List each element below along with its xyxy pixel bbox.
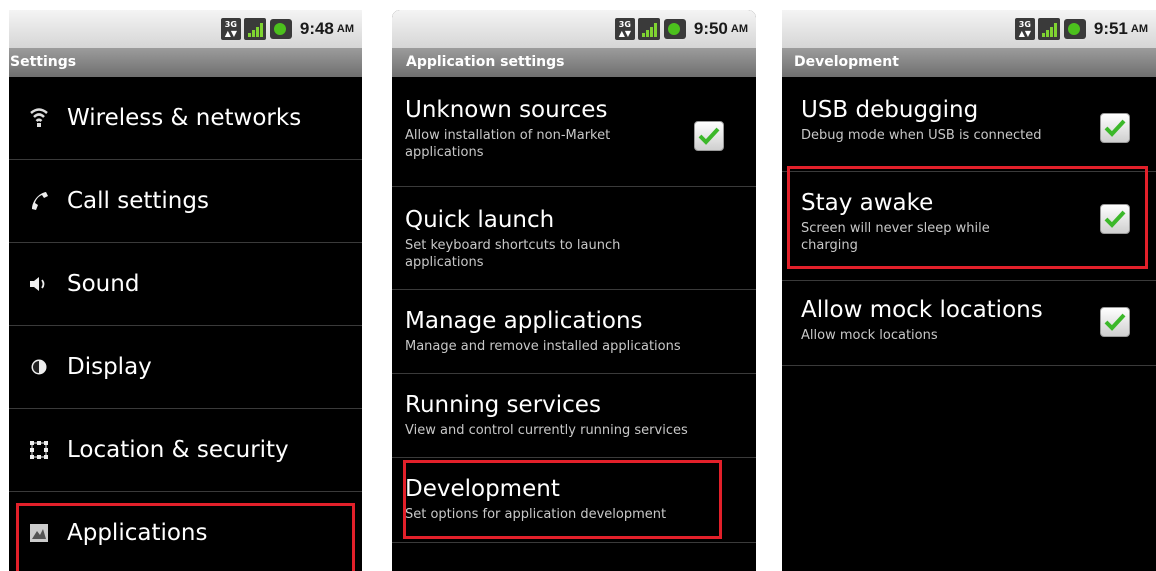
pref-quick-launch[interactable]: Quick launch Set keyboard shortcuts to l… [392,187,756,290]
phone-icon [28,190,50,212]
check-icon [1104,313,1126,331]
highlight-box [16,503,355,571]
network-3g-icon: 3G ▲▼ [1014,18,1035,40]
status-ampm: AM [336,23,354,35]
signal-icon [243,18,266,40]
pref-allow-mock-locations[interactable]: Allow mock locations Allow mock location… [782,281,1156,366]
check-icon [1104,119,1126,137]
settings-item-call[interactable]: Call settings [9,160,362,243]
pref-unknown-sources[interactable]: Unknown sources Allow installation of no… [392,77,756,187]
settings-screen: 3G ▲▼ 9:48 AM Settings Wireless & network… [9,10,362,571]
pref-title: Unknown sources [405,97,608,123]
settings-item-sound[interactable]: Sound [9,243,362,326]
network-3g-icon: 3G ▲▼ [614,18,635,40]
pref-running-services[interactable]: Running services View and control curren… [392,374,756,458]
unknown-sources-checkbox[interactable] [694,121,724,151]
battery-icon [663,19,686,39]
pref-summary: Set keyboard shortcuts to launch applica… [405,238,621,270]
status-time: 9:51 [1093,19,1128,38]
highlight-box [403,460,722,539]
screen-title: Application settings [392,48,756,77]
usb-debugging-checkbox[interactable] [1100,113,1130,143]
development-screen: 3G ▲▼ 9:51 AM Development USB debugging D… [782,10,1156,571]
application-settings-screen: 3G ▲▼ 9:50 AM Application settings Unknow… [392,10,756,571]
status-bar: 3G ▲▼ 9:51 AM [782,10,1156,48]
settings-item-location-security[interactable]: Location & security [9,409,362,492]
settings-list: Wireless & networks Call settings Sound … [9,77,362,571]
pref-summary: Manage and remove installed applications [405,339,681,354]
network-3g-icon: 3G ▲▼ [220,18,241,40]
wifi-icon [28,107,50,129]
signal-icon [1037,18,1060,40]
status-time: 9:48 [299,19,334,38]
settings-item-label: Display [67,354,152,380]
pref-title: Manage applications [405,308,643,334]
status-ampm: AM [1130,23,1148,35]
screen-title: Development [782,48,1156,77]
allow-mock-locations-checkbox[interactable] [1100,307,1130,337]
settings-item-display[interactable]: Display [9,326,362,409]
battery-icon [269,19,292,39]
status-time: 9:50 [693,19,728,38]
brightness-icon [28,356,50,378]
highlight-box [787,166,1148,269]
status-ampm: AM [730,23,748,35]
battery-icon [1063,19,1086,39]
pref-manage-applications[interactable]: Manage applications Manage and remove in… [392,290,756,374]
settings-item-wireless[interactable]: Wireless & networks [9,77,362,160]
pref-title: Quick launch [405,207,555,233]
speaker-icon [28,273,50,295]
settings-item-label: Sound [67,271,140,297]
grid-lock-icon [28,439,50,461]
pref-title: Running services [405,392,601,418]
pref-summary: Allow installation of non-Market applica… [405,128,611,160]
pref-usb-debugging[interactable]: USB debugging Debug mode when USB is con… [782,77,1156,172]
status-bar: 3G ▲▼ 9:50 AM [392,10,756,48]
signal-icon [637,18,660,40]
screen-title: Settings [9,48,362,77]
pref-summary: View and control currently running servi… [405,423,688,438]
status-bar: 3G ▲▼ 9:48 AM [9,10,362,48]
settings-item-label: Call settings [67,188,209,214]
settings-item-label: Location & security [67,437,289,463]
check-icon [698,127,720,145]
settings-item-label: Wireless & networks [67,105,302,131]
